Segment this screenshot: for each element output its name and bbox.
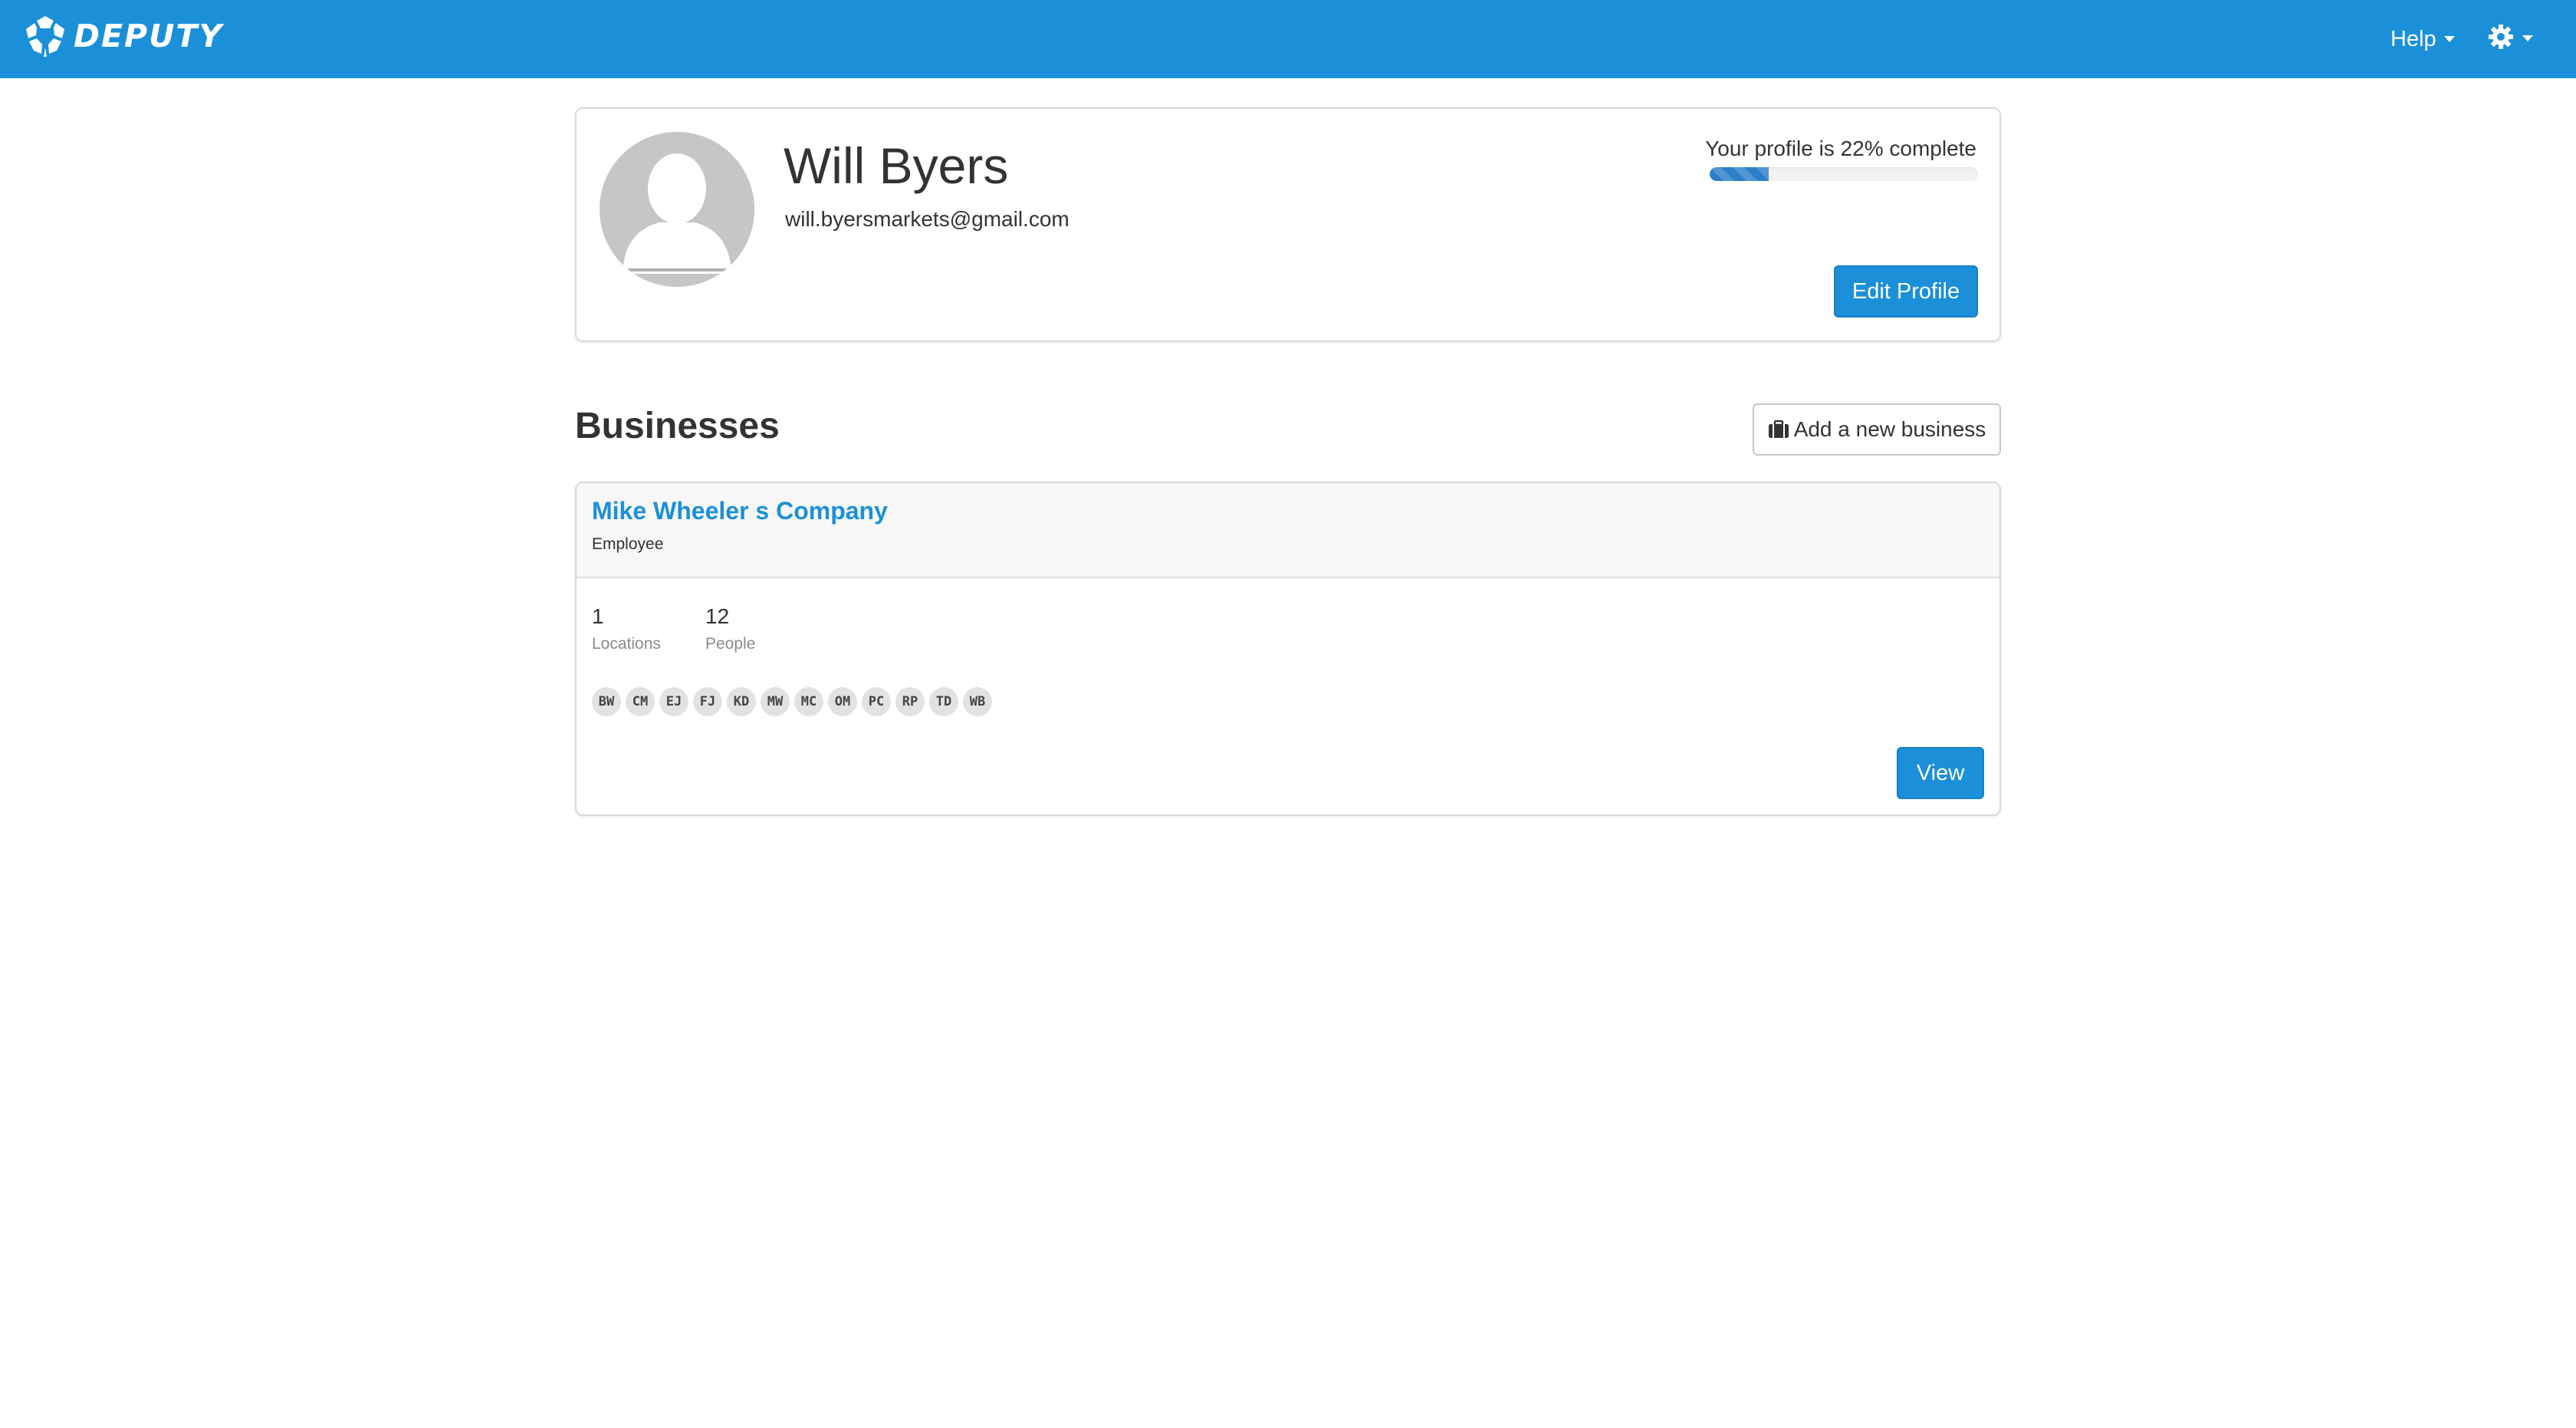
help-label: Help bbox=[2390, 26, 2436, 51]
business-role: Employee bbox=[592, 535, 664, 553]
profile-completion-bar bbox=[1710, 167, 1978, 181]
people-stat: 12 People bbox=[705, 604, 755, 653]
profile-name: Will Byers bbox=[784, 137, 1009, 194]
locations-count: 1 bbox=[592, 604, 604, 628]
locations-stat: 1 Locations bbox=[592, 604, 661, 653]
deputy-badge-icon bbox=[23, 14, 67, 58]
business-card-header: Mike Wheeler s Company Employee bbox=[577, 483, 1999, 578]
member-initials-badge: OM bbox=[828, 687, 857, 716]
briefcase-icon bbox=[1768, 420, 1789, 439]
locations-label: Locations bbox=[592, 635, 661, 653]
caret-down-icon bbox=[2522, 35, 2533, 41]
member-initials-badge: BW bbox=[592, 687, 621, 716]
profile-email: will.byersmarkets@gmail.com bbox=[785, 207, 1070, 231]
member-initials-badge: KD bbox=[727, 687, 756, 716]
business-card: Mike Wheeler s Company Employee 1 Locati… bbox=[575, 482, 2001, 816]
businesses-heading: Businesses bbox=[575, 406, 780, 446]
view-business-button[interactable]: View bbox=[1897, 747, 1984, 799]
member-initials-badge: EJ bbox=[659, 687, 688, 716]
edit-profile-button[interactable]: Edit Profile bbox=[1834, 265, 1978, 318]
help-menu[interactable]: Help bbox=[2390, 23, 2455, 55]
people-count: 12 bbox=[705, 604, 730, 628]
member-initials-badge: MW bbox=[761, 687, 790, 716]
profile-completion-label: Your profile is 22% complete bbox=[1705, 137, 1976, 160]
member-initials-badge: RP bbox=[895, 687, 925, 716]
member-initials-badge: WB bbox=[963, 687, 992, 716]
add-business-label: Add a new business bbox=[1793, 417, 1986, 441]
member-initials-badge: FJ bbox=[693, 687, 722, 716]
member-initials-list: BW CM EJ FJ KD MW MC OM PC RP TD WB bbox=[592, 687, 992, 716]
member-initials-badge: TD bbox=[929, 687, 958, 716]
profile-card: Will Byers will.byersmarkets@gmail.com Y… bbox=[575, 107, 2001, 342]
business-name-link[interactable]: Mike Wheeler s Company bbox=[592, 497, 888, 525]
brand-name: DEPUTY bbox=[74, 18, 224, 54]
user-silhouette-icon bbox=[600, 132, 754, 287]
member-initials-badge: MC bbox=[794, 687, 823, 716]
top-navbar: DEPUTY Help bbox=[0, 0, 2576, 78]
member-initials-badge: PC bbox=[862, 687, 891, 716]
deputy-logo[interactable]: DEPUTY bbox=[23, 11, 223, 61]
member-initials-badge: CM bbox=[626, 687, 655, 716]
profile-completion-fill bbox=[1710, 167, 1769, 181]
gear-icon bbox=[2487, 23, 2515, 54]
caret-down-icon bbox=[2443, 36, 2455, 42]
settings-menu[interactable] bbox=[2487, 21, 2533, 55]
add-business-button[interactable]: Add a new business bbox=[1753, 403, 2001, 456]
people-label: People bbox=[705, 635, 756, 653]
